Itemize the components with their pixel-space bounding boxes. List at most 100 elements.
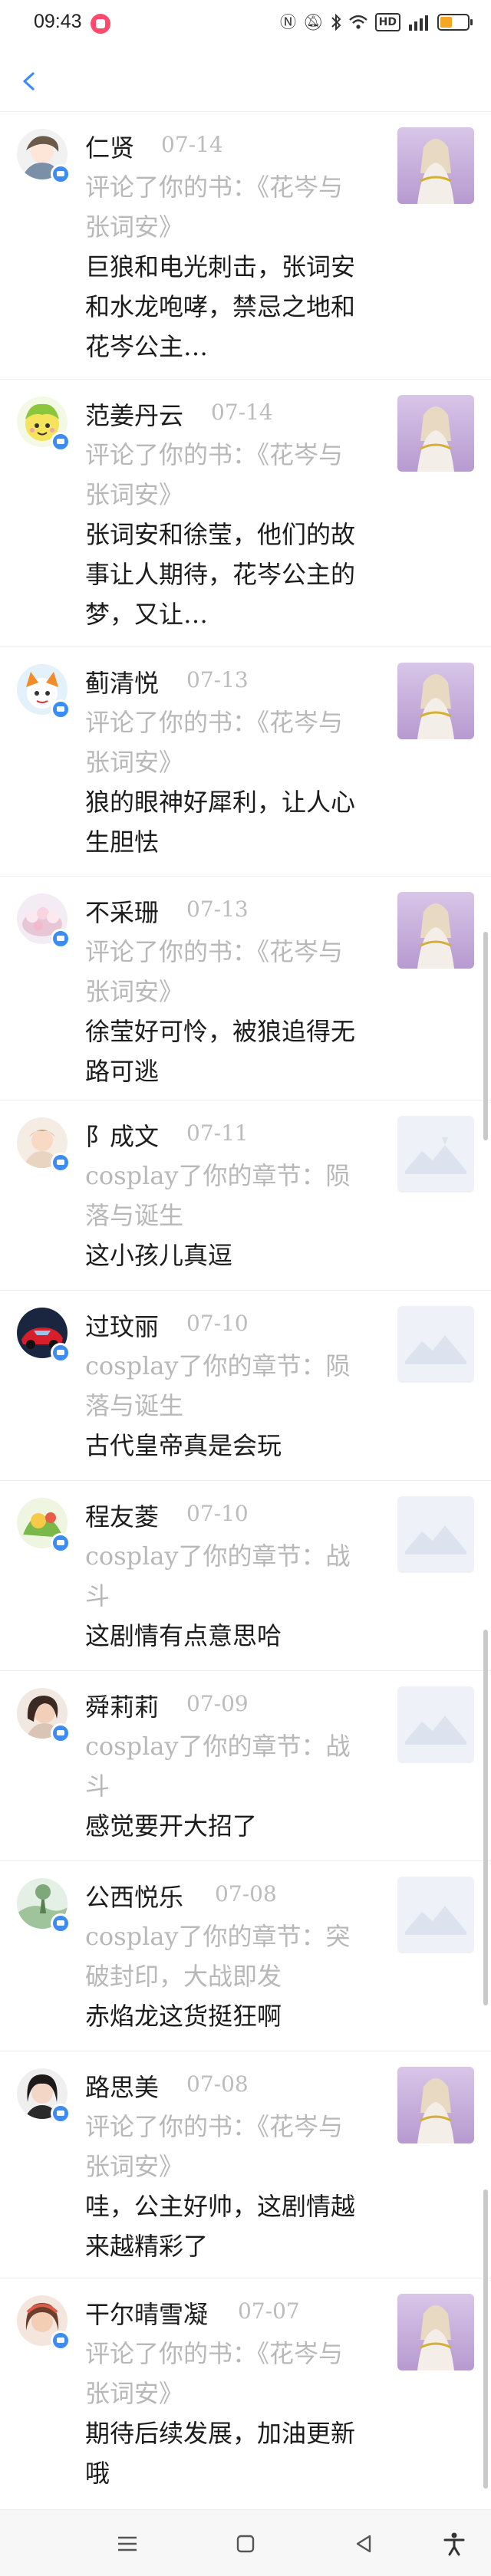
action-text: 评论了你的书：《花岑与张词安》	[85, 173, 344, 242]
list-item[interactable]: 阝成文 07-11 cosplay了你的章节：陨落与诞生 这小孩儿真逗	[0, 1100, 491, 1291]
book-cover[interactable]	[397, 2067, 474, 2143]
home-square-icon[interactable]	[232, 2530, 259, 2558]
comment-badge-icon	[51, 164, 71, 184]
date: 07-08	[186, 2071, 249, 2097]
comment-text: 哇，公主好帅，这剧情越来越精彩了	[85, 2192, 356, 2261]
date: 07-09	[186, 1691, 249, 1716]
comment-text: 徐莹好可怜，被狼追得无路可逃	[85, 1017, 356, 1086]
list-item[interactable]: 仁贤 07-14 评论了你的书：《花岑与张词安》 巨狼和电光刺击，张词安和水龙咆…	[0, 112, 491, 380]
date: 07-13	[186, 667, 249, 693]
comment-badge-icon	[51, 1343, 71, 1363]
comment-badge-icon	[51, 1533, 71, 1553]
status-time: 09:43	[34, 11, 82, 32]
list-item[interactable]: 公西悦乐 07-08 cosplay了你的章节：突破封印，大战即发 赤焰龙这货挺…	[0, 1861, 491, 2051]
signal-icon	[409, 15, 428, 31]
comment-text: 巨狼和电光刺击，张词安和水龙咆哮，禁忌之地和花岑公主…	[85, 252, 356, 361]
book-cover[interactable]	[397, 892, 474, 969]
book-cover[interactable]	[397, 2294, 474, 2370]
comment-text: 狼的眼神好犀利，让人心生胆怯	[85, 788, 356, 857]
comment-badge-icon	[51, 1723, 71, 1743]
comment-text: 古代皇帝真是会玩	[85, 1431, 282, 1460]
comment-text: 感觉要开大招了	[85, 1811, 258, 1841]
user-name[interactable]: 路思美	[85, 2068, 159, 2104]
comment-text: 这剧情有点意思哈	[85, 1621, 282, 1650]
comment-badge-icon	[51, 432, 71, 452]
list-item[interactable]: 范姜丹云 07-14 评论了你的书：《花岑与张词安》 张词安和徐莹，他们的故事让…	[0, 380, 491, 647]
action-text: 评论了你的书：《花岑与张词安》	[85, 440, 344, 509]
image-placeholder[interactable]	[397, 1496, 474, 1573]
book-cover[interactable]	[397, 663, 474, 739]
user-name[interactable]: 不采珊	[85, 893, 159, 929]
battery-icon	[437, 14, 473, 31]
list-item[interactable]: 蓟清悦 07-13 评论了你的书：《花岑与张词安》 狼的眼神好犀利，让人心生胆怯	[0, 647, 491, 877]
comment-badge-icon	[51, 699, 71, 719]
nfc-icon: Ⓝ	[279, 13, 296, 31]
action-text: cosplay了你的章节：突破封印，大战即发	[85, 1922, 351, 1991]
app-notification-icon	[91, 14, 110, 34]
menu-icon[interactable]	[114, 2530, 141, 2558]
list-item[interactable]: 程友菱 07-10 cosplay了你的章节：战斗 这剧情有点意思哈	[0, 1481, 491, 1671]
action-text: 评论了你的书：《花岑与张词安》	[85, 2339, 344, 2408]
list-item[interactable]: 干尔晴雪凝 07-07 评论了你的书：《花岑与张词安》 期待后续发展，加油更新哦	[0, 2278, 491, 2503]
user-name[interactable]: 蓟清悦	[85, 664, 159, 699]
action-text: cosplay了你的章节：陨落与诞生	[85, 1351, 351, 1420]
list-item[interactable]: 舜莉莉 07-09 cosplay了你的章节：战斗 感觉要开大招了	[0, 1671, 491, 1861]
date: 07-13	[186, 897, 249, 922]
date: 07-10	[186, 1501, 249, 1526]
user-name[interactable]: 干尔晴雪凝	[85, 2295, 208, 2331]
user-name[interactable]: 范姜丹云	[85, 396, 183, 432]
mute-icon: 🔕︎	[302, 13, 324, 31]
image-placeholder[interactable]	[397, 1877, 474, 1953]
comment-text: 期待后续发展，加油更新哦	[85, 2419, 356, 2488]
user-name[interactable]: 舜莉莉	[85, 1688, 159, 1723]
image-placeholder[interactable]	[397, 1306, 474, 1383]
comment-text: 这小孩儿真逗	[85, 1241, 233, 1270]
back-triangle-icon[interactable]	[350, 2530, 377, 2558]
battery-level	[440, 17, 452, 28]
action-text: 评论了你的书：《花岑与张词安》	[85, 937, 344, 1006]
action-text: 评论了你的书：《花岑与张词安》	[85, 708, 344, 777]
image-placeholder[interactable]	[397, 1116, 474, 1193]
comment-badge-icon	[51, 1913, 71, 1933]
action-text: cosplay了你的章节：战斗	[85, 1732, 351, 1801]
date: 07-10	[186, 1311, 249, 1336]
system-nav-bar	[0, 2509, 491, 2576]
action-text: 评论了你的书：《花岑与张词安》	[85, 2112, 344, 2181]
list-item[interactable]: 过玟丽 07-10 cosplay了你的章节：陨落与诞生 古代皇帝真是会玩	[0, 1291, 491, 1481]
scrollbar[interactable]	[483, 932, 488, 1140]
status-icons: Ⓝ 🔕︎ HD	[279, 11, 473, 34]
status-bar: 09:43 Ⓝ 🔕︎ HD	[0, 0, 491, 49]
user-name[interactable]: 阝成文	[85, 1117, 159, 1153]
hd-icon: HD	[374, 13, 400, 31]
book-cover[interactable]	[397, 127, 474, 204]
bluetooth-icon	[331, 13, 341, 31]
book-cover[interactable]	[397, 395, 474, 472]
user-name[interactable]: 过玟丽	[85, 1308, 159, 1343]
date: 07-14	[161, 132, 223, 157]
date: 07-14	[211, 400, 273, 425]
comment-text: 张词安和徐莹，他们的故事让人期待，花岑公主的梦，又让…	[85, 520, 356, 629]
comment-text: 赤焰龙这货挺狂啊	[85, 2002, 282, 2031]
wifi-icon	[348, 15, 367, 29]
list-item[interactable]: 不采珊 07-13 评论了你的书：《花岑与张词安》 徐莹好可怜，被狼追得无路可逃	[0, 877, 491, 1100]
scrollbar[interactable]	[483, 2189, 488, 2489]
scrollbar[interactable]	[483, 1630, 488, 2005]
comment-badge-icon	[51, 2331, 71, 2351]
nav-bar	[0, 49, 491, 112]
comment-badge-icon	[51, 2104, 71, 2124]
comment-badge-icon	[51, 1153, 71, 1173]
date: 07-11	[186, 1120, 249, 1146]
action-text: cosplay了你的章节：战斗	[85, 1541, 351, 1610]
action-text: cosplay了你的章节：陨落与诞生	[85, 1161, 351, 1230]
notification-list: 仁贤 07-14 评论了你的书：《花岑与张词安》 巨狼和电光刺击，张词安和水龙咆…	[0, 112, 491, 2503]
back-button[interactable]	[14, 66, 44, 97]
accessibility-icon[interactable]	[440, 2530, 468, 2558]
date: 07-08	[215, 1881, 277, 1907]
user-name[interactable]: 公西悦乐	[85, 1878, 183, 1913]
image-placeholder[interactable]	[397, 1686, 474, 1763]
date: 07-07	[238, 2298, 300, 2324]
list-item[interactable]: 路思美 07-08 评论了你的书：《花岑与张词安》 哇，公主好帅，这剧情越来越精…	[0, 2051, 491, 2278]
comment-badge-icon	[51, 929, 71, 949]
user-name[interactable]: 程友菱	[85, 1498, 159, 1533]
user-name[interactable]: 仁贤	[85, 129, 134, 164]
